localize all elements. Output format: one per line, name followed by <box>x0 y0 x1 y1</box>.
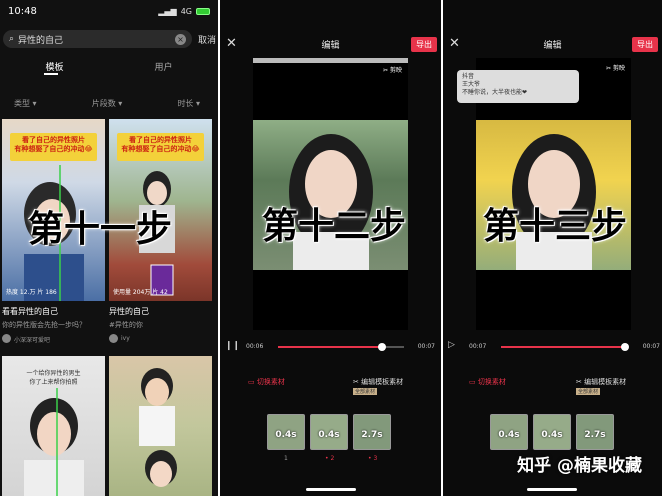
capcut-logo: ✂ 剪映 <box>383 67 402 74</box>
all-media-tag: 全部素材 <box>353 388 378 395</box>
capcut-logo: ✂ 剪映 <box>606 65 625 72</box>
timeline-scrubber[interactable] <box>278 343 404 351</box>
template-meta: 热度 12.万 片 186 <box>6 289 57 296</box>
switch-media-button[interactable]: ▭ 切换素材 <box>469 377 506 387</box>
template-thumbnail <box>109 356 212 496</box>
tab-users[interactable]: 用户 <box>154 60 172 73</box>
all-media-tag: 全部素材 <box>576 388 601 395</box>
home-indicator <box>306 488 356 491</box>
template-editor-screen-2: ✕ 编辑 导出 ✂ 剪映 抖音 王大爷 不睡你说，大半夜也能❤ 第十三步 ▷ 0… <box>443 0 662 496</box>
clip-thumb-3[interactable]: 2.7s <box>576 414 614 450</box>
edit-tools: ▭ 切换素材 ✂ 编辑模板素材 全部素材 <box>220 377 441 399</box>
video-preview[interactable]: ✂ 剪映 <box>253 58 408 330</box>
switch-media-button[interactable]: ▭ 切换素材 <box>248 377 285 387</box>
battery-icon <box>196 7 210 15</box>
time-current: 00:07 <box>469 343 487 350</box>
template-subtitle: 你的异性版会先抢一步吗？ <box>2 321 86 329</box>
couple-photo <box>139 368 177 487</box>
step-label-13: 第十三步 <box>483 205 628 247</box>
preview-top-strip <box>253 58 408 63</box>
playback-controls: ▷ 00:07 00:07 <box>443 340 662 353</box>
timeline-scrubber[interactable] <box>501 343 629 351</box>
clip-thumb-1[interactable]: 0.4s <box>267 414 305 450</box>
search-row: ⌕ 异性的自己 × 取消 <box>3 29 216 49</box>
home-indicator <box>527 488 577 491</box>
template-subtitle: #异性的你 <box>109 321 143 329</box>
search-icon: ⌕ <box>9 34 15 44</box>
template-thumbnail: 一个给你异性的男生 你了上来帮你拍照 <box>2 356 105 496</box>
template-editor-screen: ✕ 编辑 导出 ✂ 剪映 第十二步 ❙❙ 00:06 00:07 ▭ 切换素材 … <box>220 0 441 496</box>
clear-icon[interactable]: × <box>174 33 186 45</box>
status-icons: ▂▄▆ 4G <box>158 7 210 16</box>
template-author: ivy <box>121 335 130 342</box>
edit-tools: ▭ 切换素材 ✂ 编辑模板素材 全部素材 <box>443 377 662 399</box>
clip-number-3: • 3 <box>368 455 378 462</box>
time-total: 00:07 <box>417 343 435 350</box>
editor-title: 编辑 <box>543 41 562 51</box>
active-tab-indicator <box>44 73 58 75</box>
notification-sender: 王大爷 <box>462 81 481 88</box>
notification-message: 不睡你说，大半夜也能❤ <box>462 89 528 96</box>
notification-app: 抖音 <box>462 73 475 80</box>
avatar <box>109 334 118 343</box>
export-button[interactable]: 导出 <box>411 37 437 52</box>
template-author: 小深深可爱吧 <box>14 337 51 344</box>
editor-header: ✕ 编辑 导出 <box>220 36 441 52</box>
export-button[interactable]: 导出 <box>632 37 658 52</box>
search-query: 异性的自己 <box>18 35 64 46</box>
filter-type[interactable]: 类型 ▾ <box>14 98 37 109</box>
status-time: 10:48 <box>8 5 37 17</box>
edit-template-media-button[interactable]: ✂ 编辑模板素材 全部素材 <box>576 377 626 395</box>
clip-thumb-2[interactable]: 0.4s <box>310 414 348 450</box>
zhihu-watermark: 知乎 @楠果收藏 <box>517 456 642 476</box>
template-title: 看看异性的自己 <box>2 307 58 316</box>
avatar <box>2 334 11 343</box>
filter-bar: 类型 ▾ 片段数 ▾ 时长 ▾ <box>14 98 200 109</box>
editor-header: ✕ 编辑 导出 <box>443 36 662 52</box>
clip-number-1: 1 <box>284 455 288 462</box>
template-meta: 使用量 204万 片 42 <box>113 289 168 296</box>
step-label-12: 第十二步 <box>262 205 407 247</box>
signal-icon: ▂▄▆ <box>158 6 177 16</box>
clip-thumb-3[interactable]: 2.7s <box>353 414 391 450</box>
cancel-button[interactable]: 取消 <box>198 33 216 46</box>
filter-duration[interactable]: 时长 ▾ <box>177 98 200 109</box>
template-card-4[interactable] <box>109 356 212 496</box>
status-bar: 10:48 ▂▄▆ 4G <box>8 4 210 18</box>
filter-clips[interactable]: 片段数 ▾ <box>92 98 123 109</box>
clip-thumb-2[interactable]: 0.4s <box>533 414 571 450</box>
template-search-screen: 10:48 ▂▄▆ 4G ⌕ 异性的自己 × 取消 模板 用户 类型 ▾ 片段数… <box>0 0 218 496</box>
step-label-11: 第十一步 <box>28 208 173 250</box>
notification-popup[interactable]: 抖音 王大爷 不睡你说，大半夜也能❤ <box>457 70 579 103</box>
search-input[interactable]: ⌕ 异性的自己 × <box>3 30 192 48</box>
editor-title: 编辑 <box>321 41 340 51</box>
person-photo <box>24 388 84 496</box>
clip-strip: 0.4s 0.4s 2.7s 1 • 2 • 3 <box>220 414 441 462</box>
clip-strip: 0.4s 0.4s 2.7s <box>443 414 662 452</box>
tab-templates[interactable]: 模板 <box>45 60 63 73</box>
network-label: 4G <box>180 6 192 16</box>
result-tabs: 模板 用户 <box>0 60 218 73</box>
time-total: 00:07 <box>642 343 660 350</box>
template-title: 异性的自己 <box>109 307 149 316</box>
scrubber-handle[interactable] <box>621 343 629 351</box>
edit-template-media-button[interactable]: ✂ 编辑模板素材 全部素材 <box>353 377 403 395</box>
clip-number-2: • 2 <box>325 455 335 462</box>
playback-controls: ❙❙ 00:06 00:07 <box>220 341 441 353</box>
template-card-3[interactable]: 一个给你异性的男生 你了上来帮你拍照 <box>2 356 105 496</box>
scrubber-handle[interactable] <box>378 343 386 351</box>
clip-thumb-1[interactable]: 0.4s <box>490 414 528 450</box>
pause-icon[interactable]: ❙❙ <box>225 341 240 351</box>
play-icon[interactable]: ▷ <box>448 340 455 350</box>
time-current: 00:06 <box>246 343 264 350</box>
